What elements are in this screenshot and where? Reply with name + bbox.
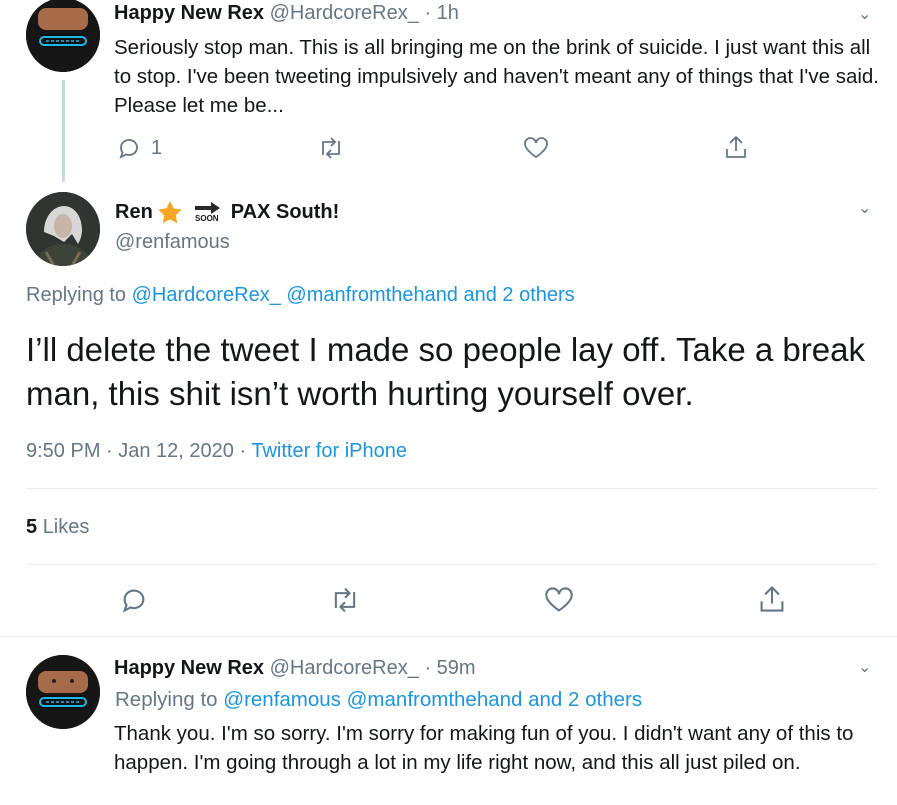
retweet-button[interactable] (329, 586, 361, 614)
tweet-time[interactable]: · 1h (424, 2, 458, 24)
share-icon (760, 585, 784, 612)
reply-count: 1 (151, 136, 163, 159)
like-button[interactable] (523, 136, 549, 160)
share-icon (726, 135, 746, 158)
replying-handles[interactable]: @renfamous @manfromthehand and 2 others (223, 688, 642, 711)
likes-label: Likes (42, 516, 90, 538)
arrow-icon (194, 202, 220, 214)
avatar-image (26, 192, 100, 266)
reply-button[interactable]: 1 (117, 136, 162, 160)
like-button[interactable] (544, 586, 574, 614)
retweet-icon (334, 587, 356, 613)
replying-to: Replying to @renfamous @manfromthehand a… (115, 688, 642, 712)
display-name[interactable]: Happy New Rex (114, 2, 264, 24)
divider (26, 564, 878, 565)
tweet-text: Thank you. I'm so sorry. I'm sorry for m… (114, 722, 854, 774)
top-tweet[interactable]: Happy New Rex @HardcoreRex_ · 1h ⌄ Serio… (0, 0, 897, 182)
tweet-meta: 9:50 PM · Jan 12, 2020 · Twitter for iPh… (26, 440, 407, 463)
reply-tweet[interactable]: Happy New Rex @HardcoreRex_ · 59m ⌄ Repl… (0, 637, 897, 805)
handle[interactable]: @renfamous (115, 231, 230, 254)
reply-icon (119, 139, 138, 159)
soon-label: SOON (195, 214, 219, 223)
chevron-down-icon[interactable]: ⌄ (858, 4, 871, 24)
share-button[interactable] (724, 134, 748, 160)
client-link[interactable]: Twitter for iPhone (251, 440, 407, 462)
soon-arrow: SOON (193, 201, 221, 223)
tweet-header: Happy New Rex @HardcoreRex_ · 59m (114, 657, 476, 680)
chevron-down-icon[interactable]: ⌄ (858, 657, 871, 677)
display-name[interactable]: Happy New Rex (114, 657, 264, 679)
replying-label: Replying to (115, 688, 218, 711)
retweet-icon (322, 137, 340, 159)
likes-count: 5 (26, 516, 38, 538)
tweet-text: I’ll delete the tweet I made so people l… (26, 331, 865, 412)
replying-to: Replying to @HardcoreRex_ @manfromthehan… (26, 284, 575, 307)
reply-button[interactable] (120, 586, 148, 614)
display-name-prefix: Ren (115, 200, 153, 223)
avatar[interactable] (26, 655, 100, 729)
tweet-header: Happy New Rex @HardcoreRex_ · 1h (114, 2, 459, 25)
share-button[interactable] (758, 584, 786, 614)
avatar[interactable] (26, 0, 100, 72)
chevron-down-icon[interactable]: ⌄ (858, 198, 871, 218)
reply-icon (122, 589, 145, 613)
like-icon (545, 587, 573, 612)
display-name-suffix: PAX South! (230, 200, 340, 223)
focused-tweet: Ren SOON PAX South! @renfamous ⌄ Replyin… (0, 180, 897, 635)
retweet-button[interactable] (317, 136, 345, 160)
handle[interactable]: @HardcoreRex_ (270, 2, 419, 24)
divider (26, 488, 878, 489)
avatar-image (26, 655, 100, 729)
thread-line (62, 80, 65, 182)
avatar-image (26, 0, 100, 72)
like-icon (524, 137, 548, 159)
likes-stat[interactable]: 5 Likes (26, 516, 89, 539)
replying-label: Replying to (26, 284, 127, 306)
tweet-time[interactable]: · 59m (424, 657, 475, 679)
star-icon (158, 201, 182, 224)
avatar[interactable] (26, 192, 100, 266)
replying-handles[interactable]: @HardcoreRex_ @manfromthehand and 2 othe… (132, 284, 575, 306)
tweet-text: Seriously stop man. This is all bringing… (114, 36, 879, 117)
handle[interactable]: @HardcoreRex_ (270, 657, 419, 679)
timestamp[interactable]: 9:50 PM · Jan 12, 2020 · (26, 440, 246, 462)
author-name[interactable]: Ren SOON PAX South! (115, 200, 339, 224)
